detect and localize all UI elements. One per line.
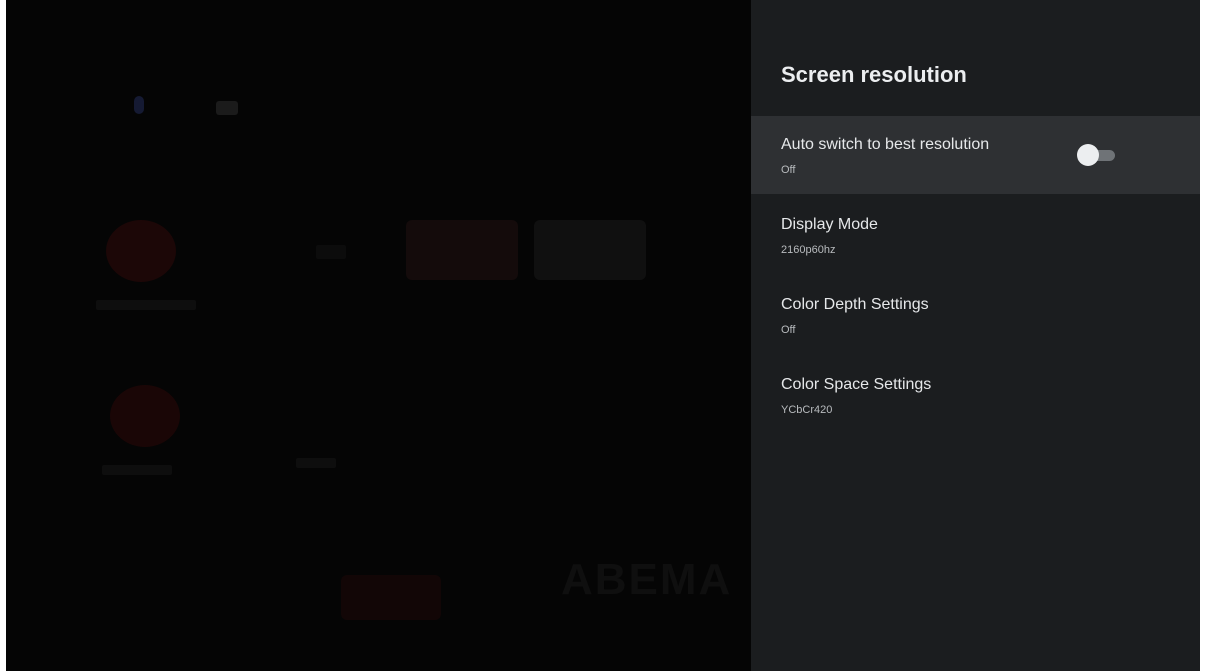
app-tile <box>406 220 518 280</box>
tv-screen: ABEMA Screen resolution Auto switch to b… <box>6 0 1200 671</box>
app-tile-label <box>96 300 196 310</box>
item-value: Off <box>781 164 796 176</box>
home-screen-dimmed: ABEMA <box>6 0 751 671</box>
item-label: Auto switch to best resolution <box>781 136 990 153</box>
app-tile <box>110 385 180 447</box>
item-value: Off <box>781 324 796 336</box>
item-value: 2160p60hz <box>781 244 836 256</box>
item-label: Display Mode <box>781 216 878 233</box>
app-tile <box>106 220 176 282</box>
app-tile <box>341 575 441 620</box>
color-space-settings-item[interactable]: Color Space Settings YCbCr420 <box>751 356 1200 434</box>
app-tile-label <box>296 458 336 468</box>
abema-logo: ABEMA <box>561 555 733 604</box>
settings-panel: Screen resolution Auto switch to best re… <box>751 0 1200 671</box>
input-source-icon <box>216 101 238 115</box>
display-mode-item[interactable]: Display Mode 2160p60hz <box>751 196 1200 274</box>
app-tile <box>534 220 646 280</box>
color-depth-settings-item[interactable]: Color Depth Settings Off <box>751 276 1200 354</box>
auto-switch-resolution-item[interactable]: Auto switch to best resolution Off <box>751 116 1200 194</box>
item-label: Color Space Settings <box>781 376 932 393</box>
auto-switch-toggle[interactable] <box>1077 144 1117 166</box>
item-label: Color Depth Settings <box>781 296 929 313</box>
item-value: YCbCr420 <box>781 404 833 416</box>
microphone-icon <box>134 96 144 114</box>
panel-title: Screen resolution <box>781 62 967 87</box>
tv-icon <box>316 245 346 259</box>
toggle-thumb <box>1077 144 1099 166</box>
app-tile-label <box>102 465 172 475</box>
